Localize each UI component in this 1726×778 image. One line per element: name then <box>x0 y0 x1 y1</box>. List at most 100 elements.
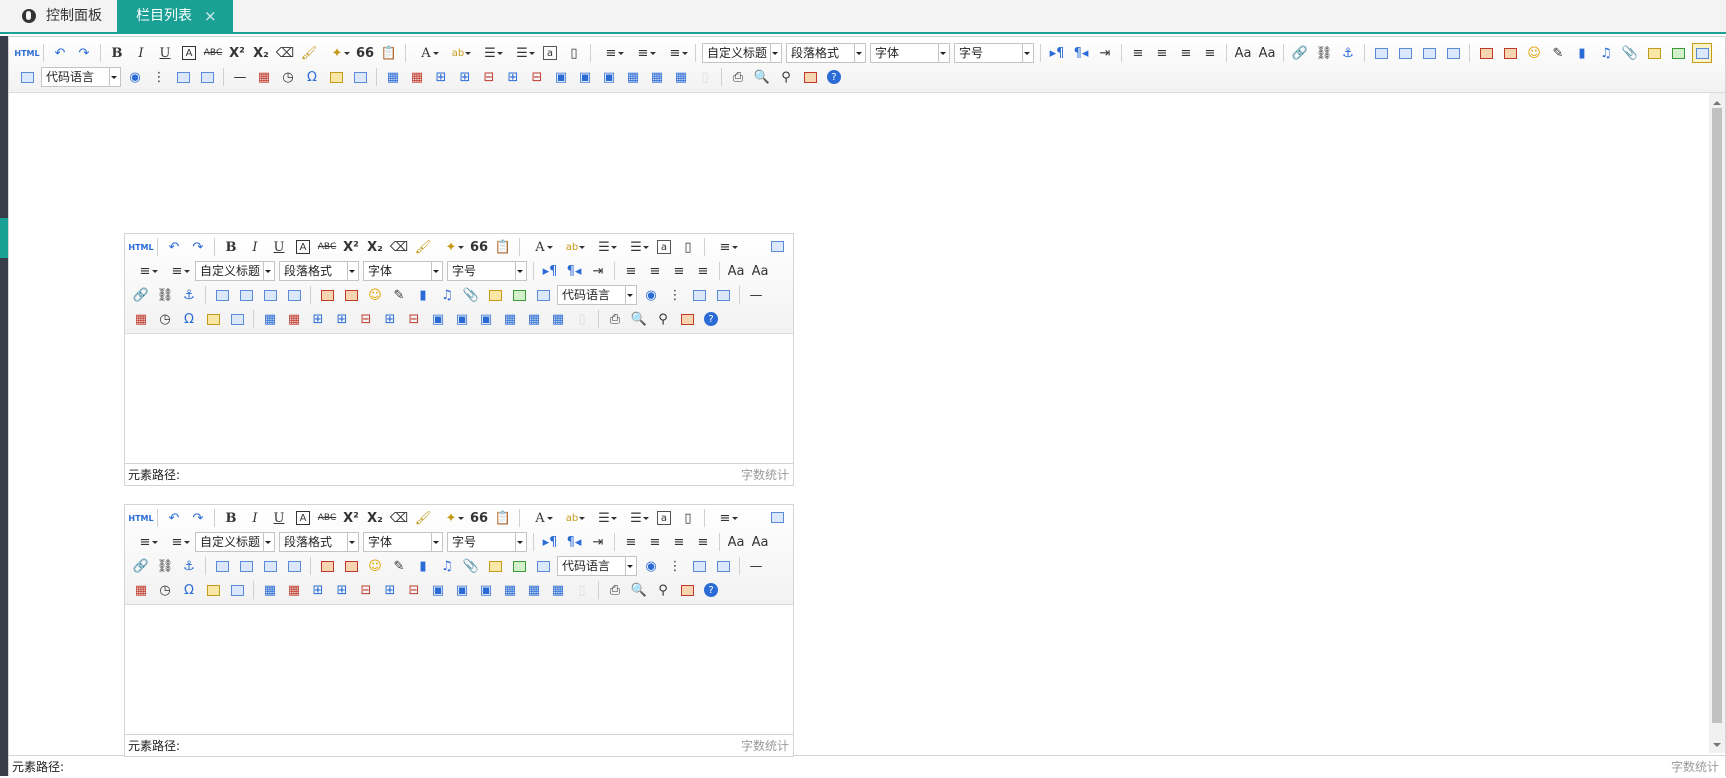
image-left-icon[interactable] <box>1395 43 1415 63</box>
insert-frame-icon[interactable] <box>533 285 553 305</box>
indent-icon[interactable]: ⇥ <box>588 261 608 281</box>
ordered-list-icon[interactable]: ☰ <box>476 43 504 63</box>
superscript-button[interactable]: X² <box>341 508 361 528</box>
eraser-icon[interactable]: ⌫ <box>389 237 409 257</box>
simple-upload-icon[interactable] <box>1476 43 1496 63</box>
insert-col-icon[interactable]: ⊞ <box>503 67 523 87</box>
font-border-icon[interactable]: A <box>296 511 310 525</box>
font-size-select[interactable]: 字号 <box>954 43 1034 63</box>
split-to-cols-icon[interactable]: ▦ <box>671 67 691 87</box>
video-icon[interactable]: ▮ <box>1572 43 1592 63</box>
date-icon[interactable]: ▦ <box>131 309 151 329</box>
italic-button[interactable]: I <box>131 43 151 63</box>
emotion-icon[interactable]: ☺ <box>1524 43 1544 63</box>
superscript-button[interactable]: X² <box>227 43 247 63</box>
insert-image-icon[interactable] <box>1500 43 1520 63</box>
code-language-select[interactable]: 代码语言 <box>41 67 121 87</box>
unordered-list-icon[interactable]: ☰ <box>508 43 536 63</box>
drafts-icon[interactable] <box>800 67 820 87</box>
link-icon[interactable]: 🔗 <box>131 285 151 305</box>
merge-down-icon[interactable]: ▣ <box>476 309 496 329</box>
ltr-icon[interactable]: ▸¶ <box>540 261 560 281</box>
auto-format-icon[interactable]: ✦ <box>437 508 465 528</box>
insert-row-icon[interactable]: ⊞ <box>332 580 352 600</box>
close-icon[interactable]: × <box>204 0 217 32</box>
split-to-cells-icon[interactable]: ▦ <box>500 580 520 600</box>
ordered-list-icon[interactable]: ☰ <box>590 508 618 528</box>
music-icon[interactable]: ♫ <box>1596 43 1616 63</box>
insert-paragraph-before-table-icon[interactable]: ⊞ <box>308 580 328 600</box>
image-center-icon[interactable] <box>284 285 304 305</box>
attachment-icon[interactable]: 📎 <box>461 556 481 576</box>
word-image-icon[interactable] <box>203 580 223 600</box>
image-center-icon[interactable] <box>284 556 304 576</box>
font-family-select[interactable]: 字体 <box>363 261 443 281</box>
time-icon[interactable]: ◷ <box>155 580 175 600</box>
paste-text-icon[interactable]: 📋 <box>379 43 399 63</box>
insert-image-icon[interactable] <box>341 285 361 305</box>
align-right-icon[interactable]: ≡ <box>669 261 689 281</box>
attachment-icon[interactable]: 📎 <box>1620 43 1640 63</box>
undo-icon[interactable]: ↶ <box>164 237 184 257</box>
special-char-icon[interactable]: Ω <box>302 67 322 87</box>
line-height-icon[interactable]: ≡ <box>163 261 191 281</box>
eraser-icon[interactable]: ⌫ <box>389 508 409 528</box>
underline-button[interactable]: U <box>269 508 289 528</box>
template-icon[interactable] <box>689 556 709 576</box>
line-height-icon[interactable]: ≡ <box>661 43 689 63</box>
format-brush-icon[interactable]: 🖌 <box>413 508 433 528</box>
scroll-down-icon[interactable] <box>1713 743 1721 751</box>
delete-col-icon[interactable]: ⊟ <box>527 67 547 87</box>
bold-button[interactable]: B <box>221 237 241 257</box>
background-icon[interactable] <box>713 285 733 305</box>
italic-button[interactable]: I <box>245 237 265 257</box>
map-icon[interactable] <box>485 285 505 305</box>
search-replace-icon[interactable]: ⚲ <box>776 67 796 87</box>
date-icon[interactable]: ▦ <box>131 580 151 600</box>
word-import-icon[interactable] <box>227 580 247 600</box>
indent-icon[interactable]: ⇥ <box>588 532 608 552</box>
custom-heading-select[interactable]: 自定义标题 <box>195 532 275 552</box>
font-border-icon[interactable]: A <box>296 240 310 254</box>
italic-button[interactable]: I <box>245 508 265 528</box>
eraser-icon[interactable]: ⌫ <box>275 43 295 63</box>
font-color-icon[interactable]: A <box>526 237 554 257</box>
insert-col-icon[interactable]: ⊞ <box>380 580 400 600</box>
image-right-icon[interactable] <box>260 556 280 576</box>
select-all-icon[interactable]: a <box>657 240 671 254</box>
clear-doc-icon[interactable]: ▯ <box>678 508 698 528</box>
delete-row-icon[interactable]: ⊟ <box>356 580 376 600</box>
special-char-icon[interactable]: Ω <box>179 309 199 329</box>
delete-row-icon[interactable]: ⊟ <box>356 309 376 329</box>
undo-icon[interactable]: ↶ <box>50 43 70 63</box>
unlink-icon[interactable]: ⛓ <box>155 285 175 305</box>
word-import-icon[interactable] <box>227 309 247 329</box>
split-to-cells-icon[interactable]: ▦ <box>623 67 643 87</box>
image-left-icon[interactable] <box>236 285 256 305</box>
lowercase-icon[interactable]: Aa <box>1257 43 1277 63</box>
date-icon[interactable]: ▦ <box>254 67 274 87</box>
font-size-select[interactable]: 字号 <box>447 532 527 552</box>
merge-cells-icon[interactable]: ▣ <box>428 309 448 329</box>
split-to-cols-icon[interactable]: ▦ <box>548 309 568 329</box>
strikethrough-icon[interactable]: ABC <box>317 237 337 257</box>
merge-cells-icon[interactable]: ▣ <box>551 67 571 87</box>
delete-table-icon[interactable]: ▦ <box>284 309 304 329</box>
video-icon[interactable]: ▮ <box>413 556 433 576</box>
delete-table-icon[interactable]: ▦ <box>407 67 427 87</box>
image-left-icon[interactable] <box>236 556 256 576</box>
insert-row-icon[interactable]: ⊞ <box>332 309 352 329</box>
scrawl-icon[interactable]: ✎ <box>389 285 409 305</box>
word-import-icon[interactable] <box>350 67 370 87</box>
clear-doc-icon[interactable]: ▯ <box>564 43 584 63</box>
row-spacing-bottom-icon[interactable]: ≡ <box>131 532 159 552</box>
font-family-select[interactable]: 字体 <box>870 43 950 63</box>
paste-text-icon[interactable]: 📋 <box>493 237 513 257</box>
font-border-icon[interactable]: A <box>182 46 196 60</box>
bold-button[interactable]: B <box>221 508 241 528</box>
ltr-icon[interactable]: ▸¶ <box>1047 43 1067 63</box>
link-icon[interactable]: 🔗 <box>131 556 151 576</box>
quote-button[interactable]: 66 <box>469 237 489 257</box>
html-source-button[interactable]: HTML <box>128 508 153 528</box>
align-justify-icon[interactable]: ≡ <box>693 261 713 281</box>
